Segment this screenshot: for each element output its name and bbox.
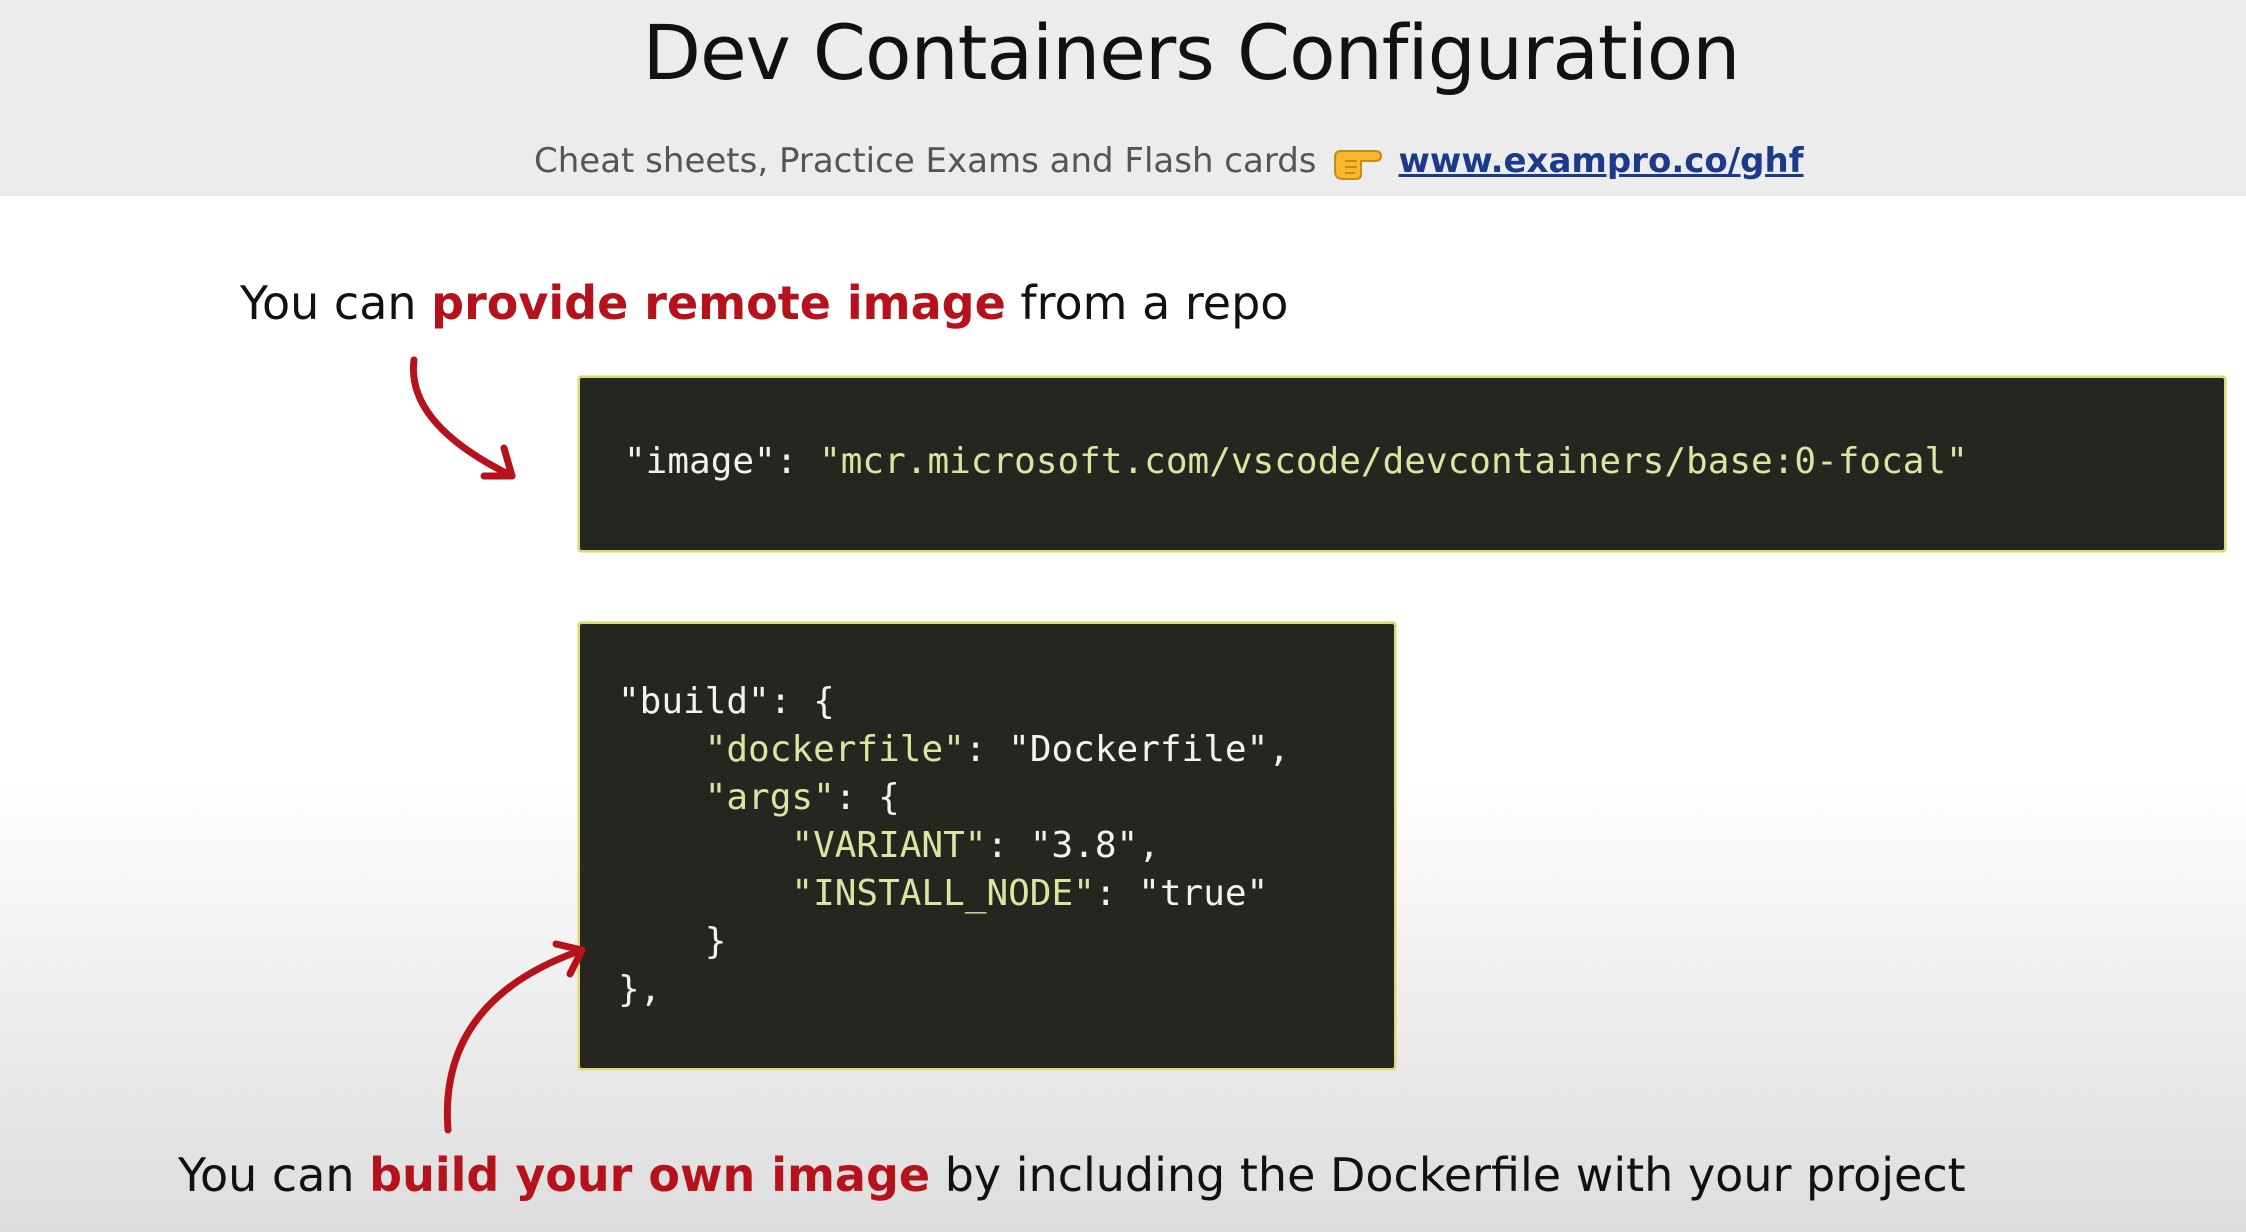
code-image-line: "image": "mcr.microsoft.com/vscode/devco…: [624, 438, 1968, 486]
promo-link[interactable]: www.exampro.co/ghf: [1399, 141, 1804, 181]
promo-bar: Cheat sheets, Practice Exams and Flash c…: [534, 138, 1804, 184]
curved-arrow-icon: [443, 940, 586, 1134]
code-key: "dockerfile": [704, 729, 965, 770]
caption-suffix: from a repo: [1005, 276, 1289, 330]
caption-highlight: build your own image: [369, 1148, 931, 1202]
code-value: "mcr.microsoft.com/vscode/devcontainers/…: [819, 441, 1968, 482]
code-key: "image": [624, 441, 776, 482]
caption-suffix: by including the Dockerfile with your pr…: [930, 1148, 1966, 1202]
caption-remote-image: You can provide remote image from a repo: [240, 276, 1288, 330]
caption-prefix: You can: [240, 276, 432, 330]
code-block-build: "build": { "dockerfile": "Dockerfile", "…: [578, 622, 1396, 1070]
code-key: "VARIANT": [791, 825, 987, 866]
caption-build-image: You can build your own image by includin…: [178, 1148, 1966, 1202]
caption-prefix: You can: [178, 1148, 370, 1202]
code-block-image: "image": "mcr.microsoft.com/vscode/devco…: [578, 376, 2226, 552]
promo-text: Cheat sheets, Practice Exams and Flash c…: [534, 141, 1317, 181]
code-key: "INSTALL_NODE": [791, 873, 1095, 914]
code-key: "build": [618, 681, 770, 722]
code-build-lines: "build": { "dockerfile": "Dockerfile", "…: [618, 681, 1290, 1010]
code-value: "Dockerfile": [1008, 729, 1269, 770]
code-key: "args": [704, 777, 835, 818]
caption-highlight: provide remote image: [431, 276, 1006, 330]
code-value: "true": [1138, 873, 1269, 914]
code-colon: :: [775, 441, 820, 482]
slide-title: Dev Containers Configuration: [642, 8, 1741, 97]
curved-arrow-icon: [409, 356, 516, 480]
pointing-hand-icon: [1331, 141, 1385, 181]
code-value: "3.8": [1029, 825, 1139, 866]
